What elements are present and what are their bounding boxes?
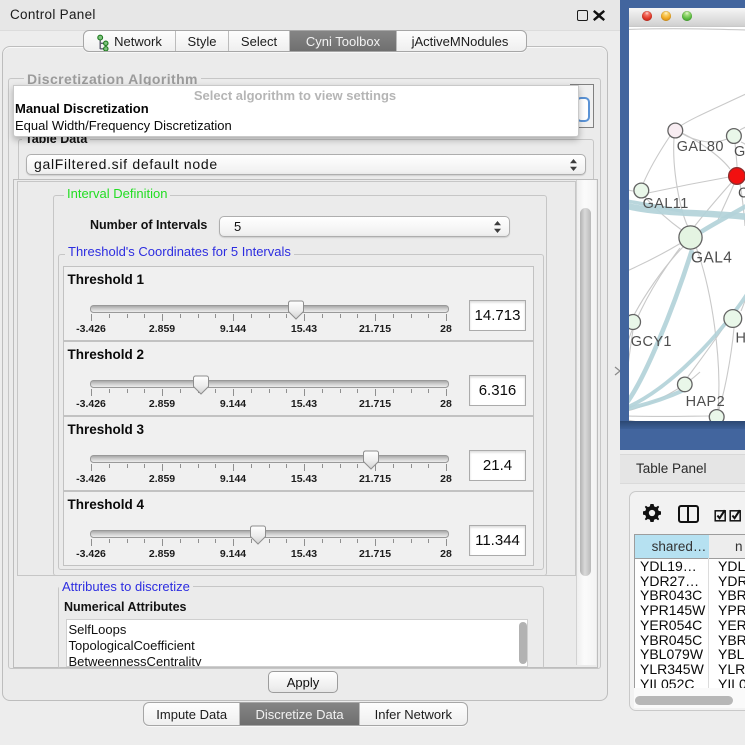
svg-text:C: C	[738, 186, 745, 202]
svg-text:GAL4: GAL4	[691, 250, 732, 267]
svg-text:GAL: GAL	[734, 144, 745, 160]
svg-text:GAL11: GAL11	[643, 196, 689, 212]
svg-text:GCY1: GCY1	[631, 334, 672, 350]
svg-text:H: H	[736, 331, 745, 347]
svg-text:HAP2: HAP2	[686, 394, 725, 410]
svg-text:GAL80: GAL80	[677, 139, 724, 155]
